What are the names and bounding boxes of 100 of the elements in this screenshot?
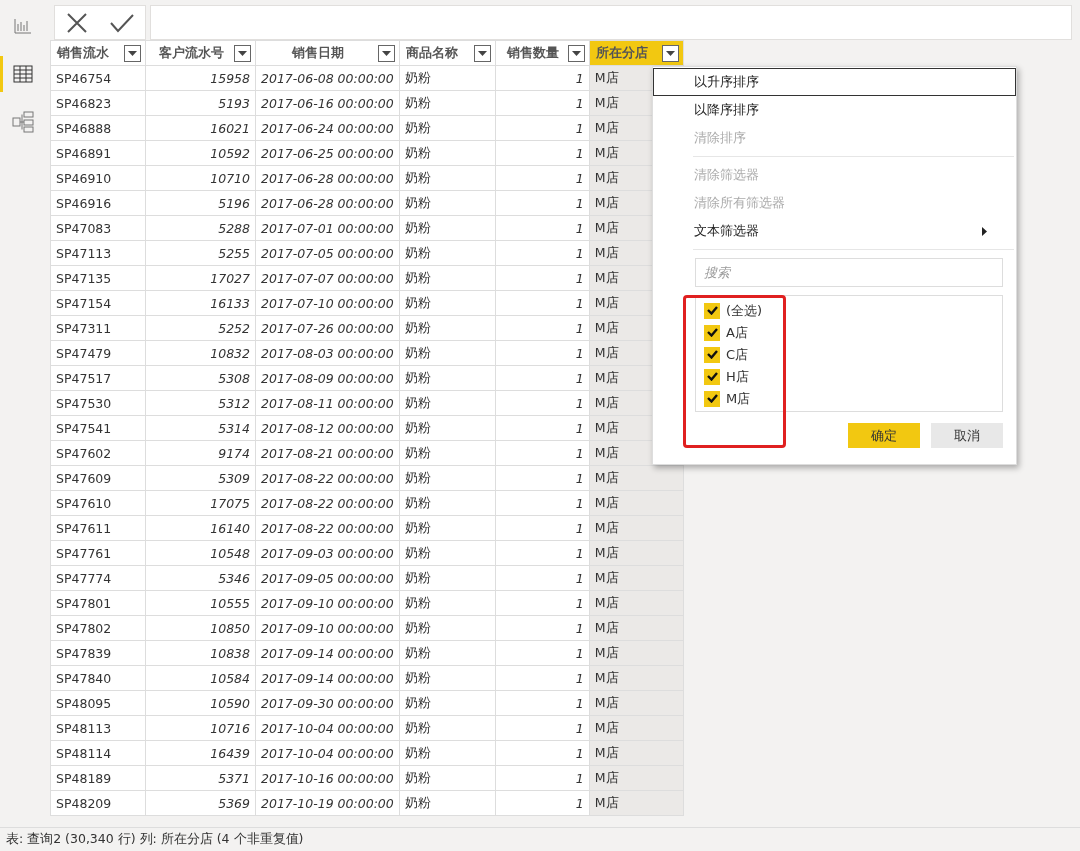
table-cell: 2017-08-11 00:00:00 xyxy=(255,390,400,416)
table-cell: 2017-07-07 00:00:00 xyxy=(255,265,400,291)
table-cell: 2017-06-16 00:00:00 xyxy=(255,90,400,116)
table-cell: 10555 xyxy=(145,590,256,616)
table-cell: 奶粉 xyxy=(399,290,496,316)
search-field[interactable]: 搜索 xyxy=(695,258,1003,287)
column-header[interactable]: 所在分店 xyxy=(589,40,684,66)
table-cell: 1 xyxy=(495,65,590,91)
option-label: M店 xyxy=(726,389,751,408)
check-icon[interactable] xyxy=(110,12,134,33)
table-cell: SP47311 xyxy=(50,315,146,341)
table-cell: SP47479 xyxy=(50,340,146,366)
table-cell: SP47541 xyxy=(50,415,146,441)
table-cell: 奶粉 xyxy=(399,65,496,91)
table-cell: SP48095 xyxy=(50,690,146,716)
menu-item[interactable]: 以降序排序 xyxy=(653,96,1016,124)
ok-button[interactable]: 确定 xyxy=(848,423,920,448)
table-cell: 奶粉 xyxy=(399,715,496,741)
table-cell: 10584 xyxy=(145,665,256,691)
table-cell: SP47801 xyxy=(50,590,146,616)
filter-dropdown-icon[interactable] xyxy=(234,44,251,62)
table-cell: 5369 xyxy=(145,790,256,816)
checkbox[interactable] xyxy=(704,368,720,385)
table-cell: 奶粉 xyxy=(399,490,496,516)
filter-dropdown-icon[interactable] xyxy=(661,44,679,62)
menu-item[interactable]: 文本筛选器 xyxy=(653,217,1016,245)
table-cell: M店 xyxy=(589,515,684,541)
table-cell: 1 xyxy=(495,115,590,141)
filter-dropdown-icon[interactable] xyxy=(124,44,141,62)
table-cell: 2017-10-19 00:00:00 xyxy=(255,790,400,816)
table-cell: SP47761 xyxy=(50,540,146,566)
table-cell: SP47113 xyxy=(50,240,146,266)
table-cell: M店 xyxy=(589,490,684,516)
checkbox[interactable] xyxy=(704,302,720,319)
table-cell: 2017-06-25 00:00:00 xyxy=(255,140,400,166)
filter-dropdown-icon[interactable] xyxy=(567,44,585,62)
table-cell: 奶粉 xyxy=(399,440,496,466)
table-cell: 奶粉 xyxy=(399,540,496,566)
column-header[interactable]: 商品名称 xyxy=(399,40,496,66)
table-cell: 1 xyxy=(495,790,590,816)
table-cell: 2017-08-22 00:00:00 xyxy=(255,490,400,516)
table-cell: SP47154 xyxy=(50,290,146,316)
column-header[interactable]: 销售数量 xyxy=(495,40,590,66)
table-cell: 2017-06-24 00:00:00 xyxy=(255,115,400,141)
table-cell: 2017-08-21 00:00:00 xyxy=(255,440,400,466)
table-cell: SP46888 xyxy=(50,115,146,141)
table-cell: 1 xyxy=(495,215,590,241)
table-cell: 5193 xyxy=(145,90,256,116)
bar-chart-icon xyxy=(13,18,32,34)
table-cell: 奶粉 xyxy=(399,340,496,366)
close-icon[interactable] xyxy=(66,11,88,34)
cancel-button[interactable]: 取消 xyxy=(931,423,1003,448)
table-cell: 2017-09-10 00:00:00 xyxy=(255,615,400,641)
table-cell: M店 xyxy=(589,640,684,666)
column-header[interactable]: 销售日期 xyxy=(255,40,400,66)
table-cell: 奶粉 xyxy=(399,265,496,291)
table-cell: 5346 xyxy=(145,565,256,591)
table-cell: 2017-06-28 00:00:00 xyxy=(255,190,400,216)
table-cell: 奶粉 xyxy=(399,640,496,666)
column-header[interactable]: 客户流水号 xyxy=(145,40,256,66)
table-cell: 2017-09-10 00:00:00 xyxy=(255,590,400,616)
table-cell: 2017-07-10 00:00:00 xyxy=(255,290,400,316)
table-cell: 16439 xyxy=(145,740,256,766)
table-cell: 1 xyxy=(495,365,590,391)
table-cell: 2017-06-08 00:00:00 xyxy=(255,65,400,91)
filter-dropdown-icon[interactable] xyxy=(377,44,395,62)
checkbox[interactable] xyxy=(704,346,720,363)
table-cell: 1 xyxy=(495,265,590,291)
table-cell: SP47135 xyxy=(50,265,146,291)
table-cell: 2017-07-26 00:00:00 xyxy=(255,315,400,341)
table-cell: SP46910 xyxy=(50,165,146,191)
table-cell: 2017-07-01 00:00:00 xyxy=(255,215,400,241)
table-cell: M店 xyxy=(589,665,684,691)
table-cell: SP47840 xyxy=(50,665,146,691)
menu-item[interactable]: 以升序排序 xyxy=(653,68,1016,96)
table-cell: SP47083 xyxy=(50,215,146,241)
table-cell: 10716 xyxy=(145,715,256,741)
table-cell: 奶粉 xyxy=(399,90,496,116)
table-cell: 2017-09-30 00:00:00 xyxy=(255,690,400,716)
table-cell: 5255 xyxy=(145,240,256,266)
table-cell: SP47517 xyxy=(50,365,146,391)
table-cell: 2017-08-12 00:00:00 xyxy=(255,415,400,441)
table-cell: 10850 xyxy=(145,615,256,641)
table-cell: M店 xyxy=(589,565,684,591)
table-cell: 1 xyxy=(495,765,590,791)
table-cell: M店 xyxy=(589,540,684,566)
table-cell: 1 xyxy=(495,715,590,741)
checkbox[interactable] xyxy=(704,324,720,341)
table-cell: 奶粉 xyxy=(399,240,496,266)
table-icon xyxy=(12,65,33,83)
checkbox[interactable] xyxy=(704,390,720,407)
table-cell: M店 xyxy=(589,615,684,641)
table-cell: 奶粉 xyxy=(399,140,496,166)
table-cell: 1 xyxy=(495,540,590,566)
filter-dropdown-icon[interactable] xyxy=(473,44,491,62)
table-cell: 1 xyxy=(495,390,590,416)
table-cell: 5196 xyxy=(145,190,256,216)
option-label: C店 xyxy=(726,345,749,364)
table-cell: 奶粉 xyxy=(399,190,496,216)
column-header[interactable]: 销售流水 xyxy=(50,40,146,66)
